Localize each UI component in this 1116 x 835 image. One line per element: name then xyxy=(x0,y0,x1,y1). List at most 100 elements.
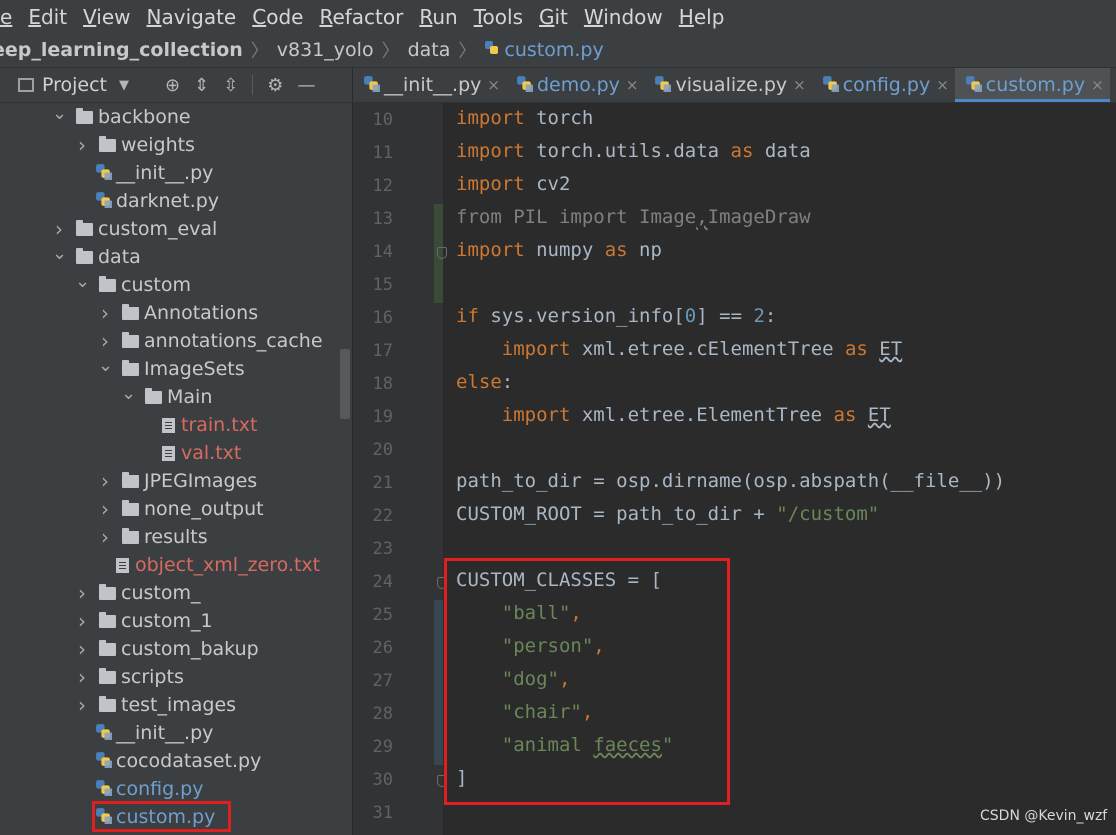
menu-view[interactable]: View xyxy=(77,5,140,29)
tree-folder[interactable]: ⌄ backbone xyxy=(52,103,191,131)
project-panel-title[interactable]: Project xyxy=(42,74,107,96)
chevron-right-icon[interactable]: › xyxy=(75,133,89,157)
tree-file[interactable]: train.txt xyxy=(144,411,257,439)
tree-folder[interactable]: › annotations_cache xyxy=(98,327,323,355)
code-token: if xyxy=(456,305,479,327)
tab-label: custom.py xyxy=(985,74,1086,96)
chevron-right-icon[interactable]: › xyxy=(98,329,112,353)
gear-icon[interactable]: ⚙ xyxy=(267,75,283,96)
tree-file[interactable]: cocodataset.py xyxy=(75,747,261,775)
tab-custom-py[interactable]: custom.py × xyxy=(954,68,1110,102)
tab-init-py[interactable]: __init__.py × xyxy=(353,68,506,102)
tree-folder[interactable]: › custom_ xyxy=(75,579,200,607)
chevron-down-icon[interactable]: ⌄ xyxy=(52,243,67,264)
menu-refactor[interactable]: Refactor xyxy=(313,5,413,29)
tree-folder[interactable]: › none_output xyxy=(98,495,264,523)
chevron-right-icon[interactable]: › xyxy=(75,581,89,605)
tree-item-label: __init__.py xyxy=(116,722,214,744)
chevron-right-icon[interactable]: › xyxy=(98,525,112,549)
chevron-right-icon[interactable]: › xyxy=(75,609,89,633)
chevron-right-icon[interactable]: › xyxy=(75,693,89,717)
breadcrumb-item-data[interactable]: data xyxy=(408,39,451,61)
tab-visualize-py[interactable]: visualize.py × xyxy=(644,68,811,102)
tab-config-py[interactable]: config.py × xyxy=(812,68,955,102)
tree-file[interactable]: object_xml_zero.txt xyxy=(98,551,320,579)
close-icon[interactable]: × xyxy=(793,76,806,94)
chevron-right-icon[interactable]: › xyxy=(98,497,112,521)
chevron-down-icon[interactable]: ⌄ xyxy=(98,355,113,376)
tab-demo-py[interactable]: demo.py × xyxy=(506,68,644,102)
code-line: from PIL import Image,ImageDraw xyxy=(456,206,811,228)
hide-panel-icon[interactable]: — xyxy=(297,75,315,96)
menu-git[interactable]: Git xyxy=(533,5,578,29)
tree-folder[interactable]: › scripts xyxy=(75,663,184,691)
menu-code[interactable]: Code xyxy=(246,5,313,29)
menu-run[interactable]: Run xyxy=(413,5,467,29)
tree-file[interactable]: __init__.py xyxy=(75,719,213,747)
chevron-right-icon[interactable]: › xyxy=(98,301,112,325)
tree-folder[interactable]: › custom_bakup xyxy=(75,635,259,663)
menu-edit[interactable]: Edit xyxy=(22,5,77,29)
close-icon[interactable]: × xyxy=(1091,76,1104,94)
folder-icon xyxy=(122,303,139,320)
menu-window[interactable]: Window xyxy=(578,5,673,29)
breadcrumb-file[interactable]: custom.py xyxy=(504,39,603,61)
change-marker xyxy=(434,600,443,633)
tree-folder[interactable]: › weights xyxy=(75,131,195,159)
header-divider xyxy=(252,75,254,95)
tree-folder[interactable]: › custom_eval xyxy=(52,215,217,243)
tree-scrollbar[interactable] xyxy=(340,349,350,419)
tab-overflow[interactable] xyxy=(1110,68,1116,102)
menu-help[interactable]: Help xyxy=(673,5,735,29)
code-line: import torch xyxy=(456,107,593,129)
tree-file[interactable]: __init__.py xyxy=(75,159,213,187)
tree-folder[interactable]: › JPEGImages xyxy=(98,467,257,495)
tree-item-label: custom_bakup xyxy=(121,638,259,660)
chevron-down-icon[interactable]: ⌄ xyxy=(121,383,136,404)
folder-icon xyxy=(99,611,116,628)
code-token: xml.etree.ElementTree xyxy=(570,404,834,426)
chevron-down-icon[interactable]: ▼ xyxy=(119,78,129,93)
tree-folder[interactable]: ⌄ Main xyxy=(121,383,212,411)
chevron-down-icon[interactable]: ⌄ xyxy=(75,271,90,292)
tree-folder[interactable]: › test_images xyxy=(75,691,236,719)
line-number: 15 xyxy=(372,275,393,295)
tree-item-label: cocodataset.py xyxy=(116,750,262,772)
collapse-all-icon[interactable]: ⇳ xyxy=(223,75,238,96)
menu-navigate[interactable]: Navigate xyxy=(141,5,247,29)
code-token: torch xyxy=(524,107,594,129)
code-token: sys.version_info[ xyxy=(478,305,685,327)
chevron-right-icon[interactable]: › xyxy=(52,217,66,241)
chevron-right-icon[interactable]: › xyxy=(75,665,89,689)
chevron-down-icon[interactable]: ⌄ xyxy=(52,103,67,124)
chevron-right-icon[interactable]: › xyxy=(75,637,89,661)
tree-file[interactable]: darknet.py xyxy=(75,187,219,215)
tree-folder[interactable]: ⌄ data xyxy=(52,243,141,271)
fold-icon[interactable] xyxy=(437,247,447,259)
tree-folder[interactable]: ⌄ ImageSets xyxy=(98,355,245,383)
tree-folder[interactable]: ⌄ custom xyxy=(75,271,191,299)
tree-item-label: custom_ xyxy=(121,582,201,604)
tree-folder[interactable]: › custom_1 xyxy=(75,607,213,635)
code-token: "/custom" xyxy=(776,503,880,525)
tree-folder[interactable]: › Annotations xyxy=(98,299,258,327)
chevron-right-icon[interactable]: › xyxy=(98,469,112,493)
close-icon[interactable]: × xyxy=(626,76,639,94)
tree-item-label: train.txt xyxy=(181,414,258,436)
locate-icon[interactable]: ⊕ xyxy=(165,75,180,96)
code-line: import numpy as np xyxy=(456,239,662,261)
expand-all-icon[interactable]: ⇕ xyxy=(194,75,209,96)
breadcrumb-item-v831-yolo[interactable]: v831_yolo xyxy=(277,39,374,61)
menu-e[interactable]: e xyxy=(0,5,22,29)
tree-file[interactable]: val.txt xyxy=(144,439,241,467)
breadcrumb-project[interactable]: eep_learning_collection xyxy=(0,39,243,61)
folder-icon xyxy=(99,135,116,152)
tree-folder[interactable]: › results xyxy=(98,523,208,551)
close-icon[interactable]: × xyxy=(936,76,949,94)
tree-file[interactable]: config.py xyxy=(75,775,204,803)
menu-tools[interactable]: Tools xyxy=(468,5,533,29)
close-icon[interactable]: × xyxy=(487,76,500,94)
folder-icon xyxy=(122,527,139,544)
tree-item-label: results xyxy=(144,526,208,548)
